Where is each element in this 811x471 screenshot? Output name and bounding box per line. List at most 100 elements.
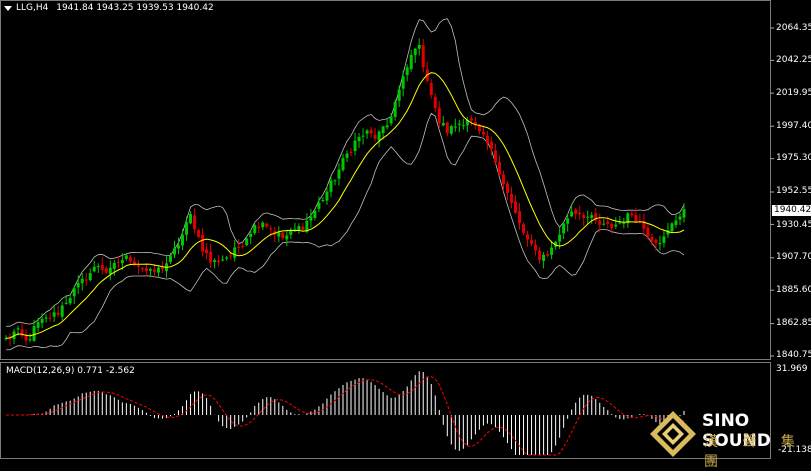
price-label: 1840.75 [776,350,811,360]
candle-body [205,249,209,254]
candle-body [453,126,457,128]
candle-body [52,312,56,317]
candle-body [441,122,445,126]
candle-body [345,153,349,158]
symbol-label: LLG,H4 [16,3,49,13]
candle-body [313,210,317,218]
macd-axis-top: 31.969 [776,364,808,374]
candle-body [112,263,116,269]
candle-body [481,131,485,135]
candle-body [92,266,96,272]
candle-body [28,339,32,341]
candle-body [281,232,285,239]
candle-body [489,141,493,149]
candle-body [257,226,261,228]
candle-body [522,224,526,233]
candle-body [309,216,313,221]
candle-body [56,312,60,315]
candle-body [40,318,44,323]
candle-body [437,107,441,124]
candle-body [64,302,68,304]
candle-body [610,223,614,229]
candle-body [570,211,574,217]
candle-body [197,229,201,237]
price-chart[interactable] [0,0,811,459]
candle-body [606,221,610,224]
current-price-tag: 1940.42 [772,205,811,216]
candle-body [124,255,128,259]
candle-body [558,234,562,242]
candle-body [461,125,465,127]
candle-body [88,273,92,281]
candle-body [48,317,52,319]
candle-body [297,226,301,231]
main-panel-border [0,0,771,360]
candle-body [457,123,461,125]
candle-body [253,224,257,234]
candle-body [682,209,686,218]
candle-body [148,269,152,271]
candlesticks [4,38,686,346]
candle-body [349,152,353,154]
candle-body [80,278,84,284]
candle-body [445,122,449,134]
candle-body [104,268,108,273]
candle-body [429,83,433,96]
candle-body [245,238,249,246]
candle-body [485,135,489,144]
candle-body [44,317,48,319]
candle-body [405,67,409,76]
candle-body [68,298,72,304]
candle-body [622,222,626,224]
price-label: 1997.40 [776,121,811,131]
candle-body [369,129,373,134]
candle-body [193,215,197,230]
candle-body [385,125,389,128]
candle-body [497,161,501,175]
candle-body [185,222,189,235]
candle-body [373,135,377,139]
candle-body [630,213,634,216]
candle-body [36,322,40,328]
candle-body [261,222,265,228]
candle-body [237,246,241,248]
candle-body [337,169,341,179]
candle-body [172,248,176,255]
candle-body [658,243,662,245]
candle-body [530,240,534,244]
lower-band-line [5,112,685,351]
candle-body [650,236,654,242]
candle-body [538,250,542,260]
candle-body [144,268,148,272]
candle-body [662,236,666,243]
candle-body [501,174,505,184]
candle-body [72,288,76,297]
candle-body [518,211,522,224]
candle-body [670,223,674,232]
candle-body [417,45,421,49]
candle-body [546,253,550,256]
candle-body [269,228,273,230]
candle-body [469,118,473,121]
candle-body [353,140,357,152]
candle-body [614,224,618,227]
candle-body [333,180,337,182]
candle-body [409,54,413,70]
candle-body [241,246,245,248]
price-label: 1952.55 [776,186,811,196]
candle-body [586,216,590,218]
brand-watermark: SINO SOUND 漢 聲 集 團 [648,409,811,470]
candle-body [602,223,606,225]
candle-body [168,255,172,262]
price-label: 1930.45 [776,220,811,230]
candle-body [229,255,233,257]
candle-body [136,265,140,267]
macd-histogram [29,371,685,455]
candle-body [618,222,622,224]
candle-body [249,233,253,238]
triangle-down-icon[interactable] [4,6,12,11]
candle-body [201,234,205,252]
candle-body [189,213,193,224]
price-label: 1862.85 [776,318,811,328]
price-label: 2042.25 [776,55,811,65]
